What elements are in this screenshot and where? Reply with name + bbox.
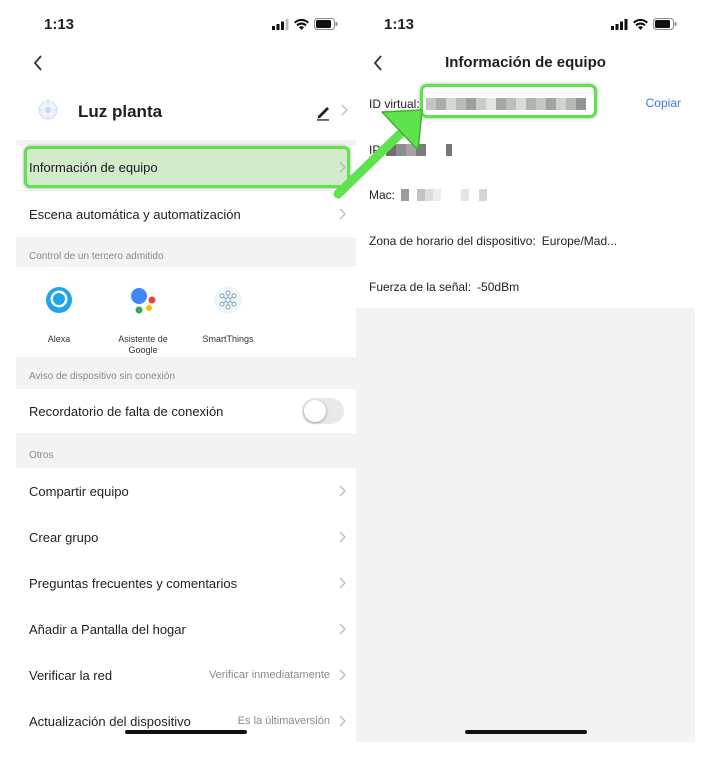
add-home-screen-label: Añadir a Pantalla del hogar [29,621,186,637]
add-home-screen-row[interactable]: Añadir a Pantalla del hogar [16,606,356,652]
section-offline: Aviso de dispositivo sin conexión [29,371,176,382]
alexa-icon [46,287,72,313]
timezone-label: Zona de horario del dispositivo: [369,234,536,248]
signal-icon [611,18,628,30]
home-indicator [125,730,247,734]
device-info-row-overlay[interactable]: Información de equipo [16,146,356,188]
section-third-party: Control de un tercero admitido [29,251,164,262]
create-group-row[interactable]: Crear grupo [16,514,356,560]
status-time: 1:13 [44,16,75,33]
smartthings-label: SmartThings [202,334,254,344]
signal-row: Fuerza de la señal: -50dBm [369,280,519,294]
nav-bar [16,46,356,80]
check-network-row[interactable]: Verificar la red Verificar inmediatament… [16,652,356,698]
battery-icon [314,18,338,30]
chevron-right-icon [339,531,346,543]
alexa-item[interactable]: Alexa [19,285,99,345]
status-bar: 1:13 [356,0,695,46]
section-others: Otros [29,450,54,461]
chevron-right-icon [339,623,346,635]
google-assistant-icon [131,288,156,314]
nav-bar: Información de equipo [356,46,695,80]
page-title: Información de equipo [445,54,606,71]
signal-label: Fuerza de la señal: [369,280,472,294]
device-name: Luz planta [78,102,163,121]
google-assistant-label: Asistente de Google [118,334,168,355]
chevron-left-icon [33,55,42,71]
smartthings-item[interactable]: SmartThings [188,285,268,345]
device-info-label: Información de equipo [29,159,158,175]
check-network-value: Verificar inmediatamente [208,669,330,681]
device-update-row[interactable]: Actualización del dispositivo Es la últi… [16,698,356,742]
automation-row[interactable]: Escena automática y automatización [16,191,356,237]
wifi-icon [633,18,648,30]
chevron-right-icon [339,669,346,681]
offline-reminder-toggle[interactable] [302,398,344,424]
wifi-icon [294,18,309,30]
device-update-value: Es la últimaversión [237,715,330,727]
status-time: 1:13 [384,16,415,33]
signal-value: -50dBm [477,280,520,294]
share-device-row[interactable]: Compartir equipo [16,468,356,514]
offline-reminder-row: Recordatorio de falta de conexión [16,389,356,433]
back-button[interactable] [24,49,52,77]
signal-icon [272,18,289,30]
device-update-label: Actualización del dispositivo [29,713,191,729]
green-arrow-icon [333,109,423,199]
smartthings-icon [214,286,242,314]
automation-label: Escena automática y automatización [29,206,241,222]
check-network-label: Verificar la red [29,667,113,683]
alexa-label: Alexa [47,334,71,344]
virtual-id-callout-box [420,84,597,118]
third-party-panel: Alexa Asistente de Google SmartThings [16,267,356,357]
offline-reminder-label: Recordatorio de falta de conexión [29,403,224,419]
timezone-value: Europe/Mad... [541,234,618,248]
lightbulb-icon [38,100,58,120]
create-group-label: Crear grupo [29,529,99,545]
left-phone-screen: 1:13 Luz planta Información de equipo In… [16,0,356,742]
status-bar: 1:13 [16,0,356,46]
chevron-right-icon [339,577,346,589]
share-device-label: Compartir equipo [29,483,129,499]
copy-button[interactable]: Copiar [646,96,681,110]
chevron-right-icon [339,208,346,220]
faq-label: Preguntas frecuentes y comentarios [29,575,238,591]
timezone-row: Zona de horario del dispositivo: Europe/… [369,234,617,248]
chevron-right-icon [339,715,346,727]
toggle-knob [304,400,326,422]
chevron-right-icon [339,485,346,497]
battery-icon [653,18,677,30]
home-indicator [464,730,587,734]
google-assistant-item[interactable]: Asistente de Google [103,285,183,356]
faq-row[interactable]: Preguntas frecuentes y comentarios [16,560,356,606]
device-header: Luz planta [16,80,356,140]
